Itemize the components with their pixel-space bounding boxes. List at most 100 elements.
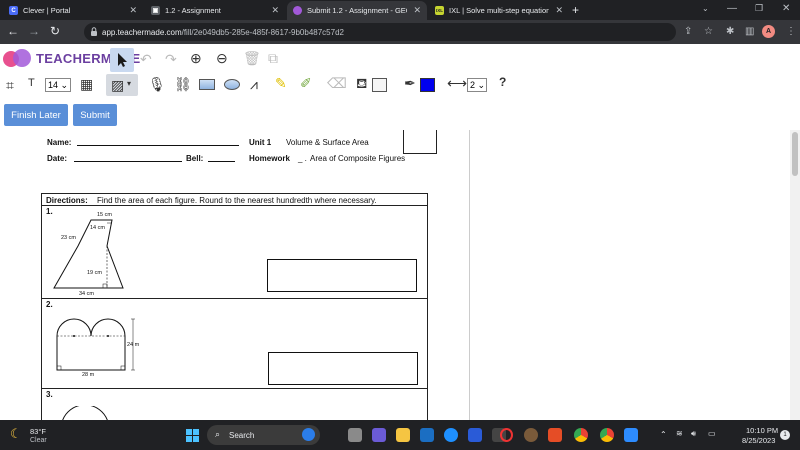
restore-icon[interactable]: ❐ <box>755 3 763 14</box>
tab-submit-assignment[interactable]: Submit 1.2 - Assignment - GEOM ✕ <box>287 1 427 20</box>
figure-label: 23 cm <box>61 235 76 241</box>
eraser-icon[interactable]: ⌫ <box>327 75 347 92</box>
tab-ixl[interactable]: IXL IXL | Solve multi-step equations ✕ <box>429 1 569 20</box>
clock-time[interactable]: 10:10 PM <box>746 426 778 435</box>
worksheet-page: Name: Unit 1 Volume & Surface Area Date:… <box>0 130 790 420</box>
tab-clever[interactable]: C Clever | Portal ✕ <box>3 1 143 20</box>
stroke-color-swatch[interactable] <box>420 78 435 92</box>
link-icon[interactable]: ⛓ <box>174 76 192 93</box>
wifi-icon[interactable]: ≋ <box>676 429 683 438</box>
url-field[interactable]: app.teachermade.com/fill/2e049db5-285e-4… <box>84 23 676 41</box>
divider <box>42 205 427 206</box>
minimize-icon[interactable]: — <box>727 3 737 14</box>
store-icon[interactable] <box>420 428 434 442</box>
chrome-icon[interactable] <box>574 428 588 442</box>
text-tool-icon[interactable]: T <box>28 77 35 89</box>
answer-box-2[interactable] <box>268 352 418 385</box>
reload-icon[interactable]: ↻ <box>47 24 63 38</box>
cursor-arrow-icon <box>118 53 127 67</box>
directions-text: Find the area of each figure. Round to t… <box>97 196 377 205</box>
fill-bucket-icon[interactable]: ⛾ <box>356 75 367 94</box>
bookmark-star-icon[interactable]: ☆ <box>704 26 713 37</box>
chrome-profile-icon[interactable] <box>600 428 614 442</box>
circle-figure <box>62 406 108 420</box>
fill-color-swatch[interactable] <box>372 78 387 92</box>
battery-icon[interactable]: ▭ <box>708 429 716 438</box>
line-width-select[interactable]: 2 ⌄ <box>467 78 487 92</box>
back-arrow-icon[interactable]: ← <box>5 24 21 38</box>
submit-button[interactable]: Submit <box>73 104 117 126</box>
browser-tab-bar: C Clever | Portal ✕ ▣ 1.2 - Assignment ✕… <box>0 0 800 20</box>
tab-title: Submit 1.2 - Assignment - GEOM <box>307 6 407 15</box>
menu-kebab-icon[interactable]: ⋮ <box>786 26 796 37</box>
problem-number: 2. <box>46 300 53 309</box>
finish-later-button[interactable]: Finish Later <box>4 104 68 126</box>
forward-arrow-icon[interactable]: → <box>26 24 42 38</box>
pen-icon[interactable]: ✒ <box>404 75 416 92</box>
tab-assignment[interactable]: ▣ 1.2 - Assignment ✕ <box>145 1 285 20</box>
divider <box>42 298 427 299</box>
edge-icon[interactable] <box>444 428 458 442</box>
windows-start-icon[interactable] <box>186 429 199 442</box>
clever-icon: C <box>9 6 18 15</box>
share-icon[interactable]: ⇪ <box>684 26 692 37</box>
zoom-app-icon[interactable] <box>624 428 638 442</box>
undo-icon[interactable]: ↶ <box>140 51 152 68</box>
highlighter-icon[interactable]: ✎ <box>275 75 287 92</box>
duplicate-icon[interactable]: ⧉ <box>268 50 278 67</box>
close-icon[interactable]: ✕ <box>413 5 421 16</box>
profile-avatar[interactable]: A <box>762 25 775 38</box>
zoom-in-icon[interactable]: ⊕ <box>190 50 202 67</box>
answer-box-1[interactable] <box>267 259 417 292</box>
microphone-icon[interactable]: 🎙 <box>148 76 166 93</box>
extensions-icon[interactable]: ✱ <box>726 26 734 37</box>
tab-title: Clever | Portal <box>23 6 71 15</box>
moon-weather-icon[interactable]: ☾ <box>10 426 22 442</box>
redo-icon[interactable]: ↷ <box>165 51 177 68</box>
image-tool-button[interactable]: ▨ ▾ <box>106 74 138 96</box>
volume-icon[interactable]: 🔊︎ <box>691 429 696 439</box>
problem-number: 3. <box>46 390 53 399</box>
scrollbar-thumb[interactable] <box>792 132 798 176</box>
weather-temp[interactable]: 83°F <box>30 427 46 436</box>
bell-label: Bell: <box>186 154 204 163</box>
name-label: Name: <box>47 138 72 147</box>
figure-label: 34 cm <box>79 291 94 297</box>
help-button[interactable]: ? <box>499 75 506 89</box>
window-close-icon[interactable]: ✕ <box>782 3 790 14</box>
close-icon[interactable]: ✕ <box>271 5 279 16</box>
zoom-out-icon[interactable]: ⊖ <box>216 50 228 67</box>
office-icon[interactable] <box>548 428 562 442</box>
teachermade-icon <box>293 6 302 15</box>
close-icon[interactable]: ✕ <box>129 5 137 16</box>
file-explorer-icon[interactable] <box>396 428 410 442</box>
teachermade-logo-icon <box>3 49 31 67</box>
mail-icon[interactable] <box>468 428 482 442</box>
font-size-select[interactable]: 14 ⌄ <box>45 78 71 92</box>
notification-badge[interactable]: 1 <box>780 430 790 440</box>
side-panel-icon[interactable]: ▥ <box>745 26 754 37</box>
new-tab-button[interactable]: + <box>572 3 579 17</box>
unit-title: Volume & Surface Area <box>286 138 369 147</box>
select-tool-button[interactable] <box>110 48 134 72</box>
tab-search-icon[interactable]: ⌄ <box>702 4 709 13</box>
chevron-up-icon[interactable]: ⌃ <box>660 430 667 439</box>
pencil-pin-icon[interactable]: ✐ <box>300 75 312 92</box>
line-tool-icon[interactable]: ⩘ <box>250 76 258 93</box>
trash-icon[interactable]: 🗑 <box>243 50 261 67</box>
taskbar-search[interactable]: ⌕ Search <box>207 425 320 445</box>
figure-label: 24 m <box>127 342 140 348</box>
rectangle-tool-icon[interactable] <box>199 79 215 90</box>
crop-icon[interactable]: ⌗ <box>6 77 14 94</box>
owl-app-icon[interactable] <box>524 428 538 442</box>
calculator-icon[interactable]: ▦ <box>80 76 93 93</box>
ellipse-tool-icon[interactable] <box>224 79 240 90</box>
opera-icon[interactable] <box>500 428 513 442</box>
clock-date[interactable]: 8/25/2023 <box>742 436 775 445</box>
image-icon: ▣ <box>151 6 160 15</box>
close-icon[interactable]: ✕ <box>555 5 563 16</box>
page-scrollbar[interactable] <box>790 130 800 420</box>
teams-chat-icon[interactable] <box>372 428 386 442</box>
task-view-icon[interactable] <box>348 428 362 442</box>
figure-label: 28 m <box>82 372 95 378</box>
